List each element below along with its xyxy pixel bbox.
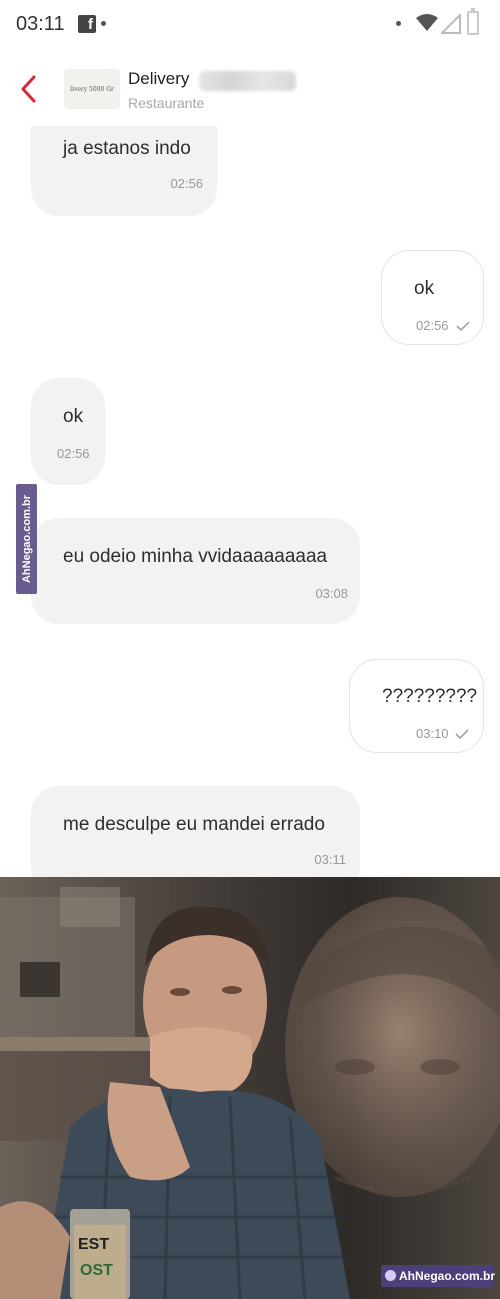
- battery-icon: [467, 8, 479, 35]
- meme-photo: EST OST: [0, 877, 500, 1299]
- meme-illustration: EST OST: [0, 877, 500, 1299]
- message-time: 02:56: [170, 176, 203, 191]
- facebook-icon: f: [78, 15, 96, 33]
- watermark-bottom-text: AhNegao.com.br: [399, 1269, 496, 1283]
- message-bubble-incoming[interactable]: eu odeio minha vvidaaaaaaaaa 03:08: [31, 518, 360, 624]
- message-text: ok: [63, 406, 84, 427]
- check-icon: [456, 321, 470, 331]
- chat-header: livery 5000 Gr Delivery Restaurante: [0, 52, 500, 124]
- message-text: eu odeio minha vvidaaaaaaaaa: [63, 546, 328, 567]
- watermark-side: AhNegao.com.br: [16, 484, 37, 594]
- back-arrow-icon[interactable]: [14, 72, 44, 106]
- status-time: 03:11: [16, 13, 65, 35]
- message-text: ?????????: [382, 686, 478, 707]
- message-time: 02:56: [57, 446, 90, 461]
- system-dot-icon: [396, 21, 401, 26]
- message-time: 03:11: [314, 852, 346, 867]
- message-time: 02:56: [416, 318, 449, 333]
- message-bubble-incoming[interactable]: ok 02:56: [31, 378, 105, 485]
- avatar-logo-text: livery 5000 Gr: [70, 85, 114, 93]
- contact-name[interactable]: Delivery: [128, 69, 189, 89]
- message-time: 03:10: [416, 726, 449, 741]
- signal-icon: [441, 14, 461, 34]
- contact-subtitle: Restaurante: [128, 95, 205, 111]
- watermark-side-text: AhNegao.com.br: [20, 494, 33, 584]
- blurred-name-redaction: [199, 71, 296, 91]
- glass-text-2: OST: [80, 1262, 113, 1279]
- message-text: ja estanos indo: [63, 138, 191, 159]
- status-bar: 03:11 f: [0, 0, 500, 52]
- message-bubble-outgoing[interactable]: ????????? 03:10: [349, 659, 484, 753]
- check-icon: [455, 729, 469, 739]
- message-time: 03:08: [315, 586, 348, 601]
- message-bubble-outgoing[interactable]: ok 02:56: [381, 250, 484, 345]
- wifi-icon: [416, 14, 438, 31]
- message-bubble-incoming[interactable]: ja estanos indo 02:56: [31, 126, 217, 216]
- avatar[interactable]: livery 5000 Gr: [64, 69, 120, 109]
- message-text: me desculpe eu mandei errado: [63, 814, 325, 835]
- message-text: ok: [414, 278, 435, 299]
- watermark-bottom: AhNegao.com.br: [381, 1265, 496, 1287]
- notification-dot-icon: [101, 21, 106, 26]
- glass-text-1: EST: [78, 1236, 109, 1253]
